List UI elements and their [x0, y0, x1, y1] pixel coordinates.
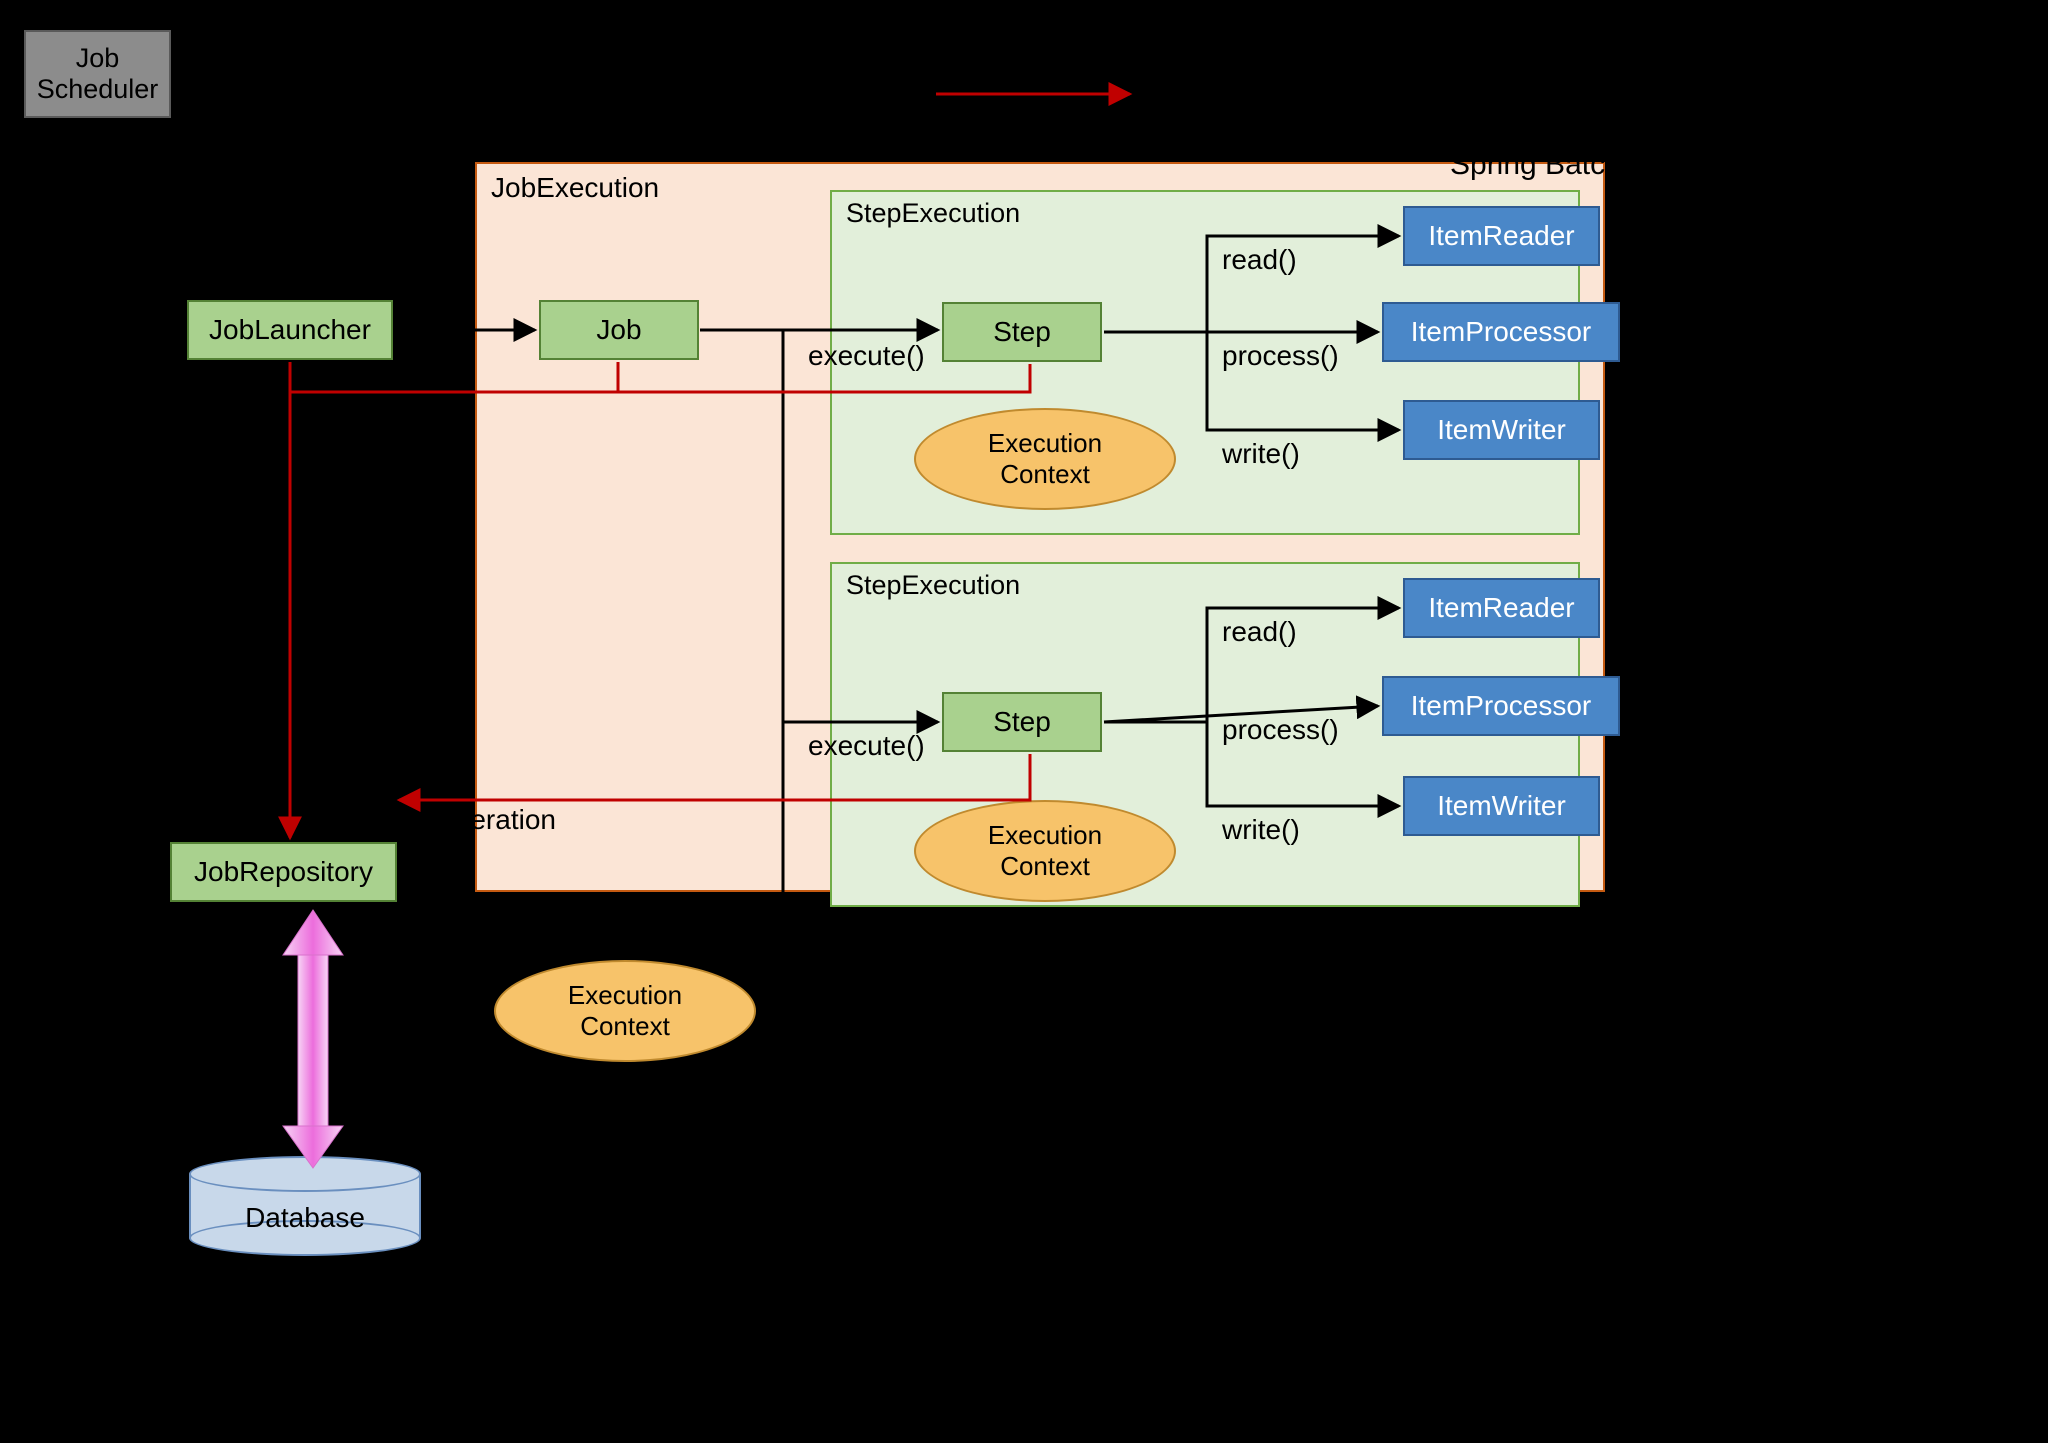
- item-writer-box-2: ItemWriter: [1403, 776, 1600, 836]
- item-reader-box-1: ItemReader: [1403, 206, 1600, 266]
- execution-context-ellipse-2: Execution Context: [914, 800, 1176, 902]
- legend-operation: Operation: [1154, 44, 1277, 76]
- execute-cut-label: cute(): [402, 338, 474, 370]
- database-label: Database: [189, 1202, 421, 1234]
- item-writer-box-1: ItemWriter: [1403, 400, 1600, 460]
- execute-label-1: execute(): [808, 340, 925, 372]
- step-box-1: Step: [942, 302, 1102, 362]
- job-scheduler-box: Job Scheduler: [24, 30, 171, 118]
- item-processor-box-2: ItemProcessor: [1382, 676, 1620, 736]
- run-label: run: [104, 182, 144, 214]
- spring-batch-label: Spring Batch: [1450, 148, 1622, 182]
- job-box: Job: [539, 300, 699, 360]
- more-label: …: [852, 984, 882, 1018]
- stepexecution-label-2: StepExecution: [846, 570, 1020, 601]
- execution-context-ellipse-job: Execution Context: [494, 960, 756, 1062]
- legend-operation-2: Operation: [1228, 78, 1351, 110]
- execute-label-2: execute(): [808, 730, 925, 762]
- read-label-2: read(): [1222, 616, 1297, 648]
- read-label-1: read(): [1222, 244, 1297, 276]
- step-box-2: Step: [942, 692, 1102, 752]
- job-launcher-box: JobLauncher: [187, 300, 393, 360]
- write-label-2: write(): [1222, 814, 1300, 846]
- jobexecution-label: JobExecution: [491, 172, 659, 204]
- process-label-1: process(): [1222, 340, 1339, 372]
- write-label-1: write(): [1222, 438, 1300, 470]
- item-reader-box-2: ItemReader: [1403, 578, 1600, 638]
- job-repository-box: JobRepository: [170, 842, 397, 902]
- process-label-2: process(): [1222, 714, 1339, 746]
- item-processor-box-1: ItemProcessor: [1382, 302, 1620, 362]
- stepexecution-label-1: StepExecution: [846, 198, 1020, 229]
- u-operation-label: U Operation: [405, 804, 556, 836]
- database-cylinder: Database: [189, 1156, 421, 1256]
- execution-context-ellipse-1: Execution Context: [914, 408, 1176, 510]
